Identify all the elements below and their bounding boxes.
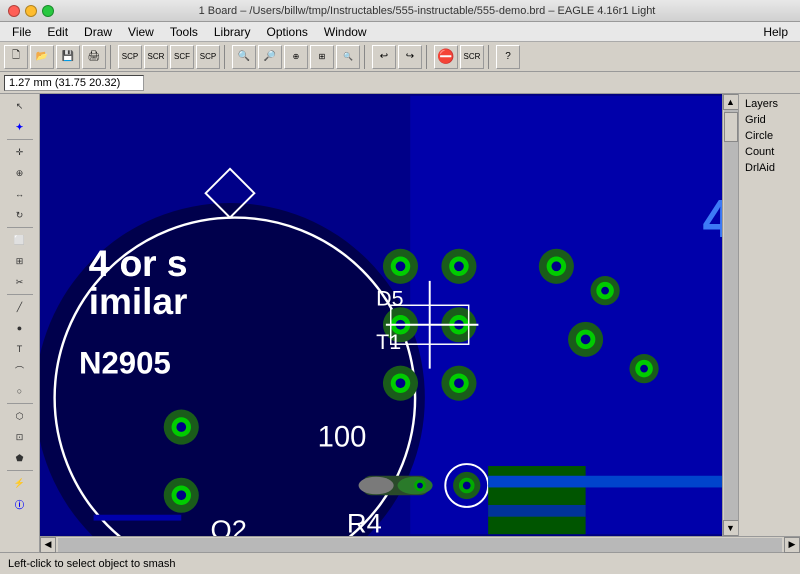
pcb-svg: 4 or s 4 or s imilar Q2 N2905 bbox=[40, 94, 722, 536]
layer-item-grid[interactable]: Grid bbox=[741, 112, 798, 128]
tb-paste[interactable]: SCF bbox=[170, 45, 194, 69]
lt-sep1 bbox=[7, 139, 33, 140]
left-toolbar: ↖ ✦ ✛ ⊕ ↔ ↻ ⬜ ⊞ ✂ ╱ ● T ⌒ ○ ⬡ ⊡ ⬟ ⚡ ⓘ bbox=[0, 94, 40, 552]
tb-zoomsel[interactable]: ⊞ bbox=[310, 45, 334, 69]
lt-group[interactable]: ⬜ bbox=[6, 230, 34, 250]
lt-polygon[interactable]: ⬟ bbox=[6, 448, 34, 468]
tb-help[interactable]: ? bbox=[496, 45, 520, 69]
svg-text:D5: D5 bbox=[376, 286, 403, 310]
svg-text:100: 100 bbox=[318, 422, 367, 454]
coordinate-display[interactable]: 1.27 mm (31.75 20.32) bbox=[4, 75, 144, 91]
lt-sep3 bbox=[7, 294, 33, 295]
right-scrollbar: ▲ ▼ bbox=[722, 94, 738, 536]
tb-open[interactable]: 📂 bbox=[30, 45, 54, 69]
scroll-down-button[interactable]: ▼ bbox=[723, 520, 739, 536]
lt-text[interactable]: T bbox=[6, 339, 34, 359]
scroll-left-button[interactable]: ◀ bbox=[40, 537, 56, 553]
layer-item-drlaid[interactable]: DrlAid bbox=[741, 160, 798, 176]
menu-options[interactable]: Options bbox=[259, 22, 316, 41]
lt-move[interactable]: ✛ bbox=[6, 142, 34, 162]
tb-sep4 bbox=[426, 45, 430, 69]
tb-sep5 bbox=[488, 45, 492, 69]
menu-window[interactable]: Window bbox=[316, 22, 375, 41]
lt-rotate[interactable]: ↻ bbox=[6, 205, 34, 225]
menu-tools[interactable]: Tools bbox=[162, 22, 206, 41]
menu-draw[interactable]: Draw bbox=[76, 22, 120, 41]
main-area: ↖ ✦ ✛ ⊕ ↔ ↻ ⬜ ⊞ ✂ ╱ ● T ⌒ ○ ⬡ ⊡ ⬟ ⚡ ⓘ bbox=[0, 94, 800, 552]
scroll-track-horizontal[interactable] bbox=[58, 538, 782, 552]
close-button[interactable] bbox=[8, 5, 20, 17]
tb-zoom2[interactable]: 🔍 bbox=[336, 45, 360, 69]
lt-smash[interactable]: ✦ bbox=[6, 117, 34, 137]
minimize-button[interactable] bbox=[25, 5, 37, 17]
tb-sep3 bbox=[364, 45, 368, 69]
menu-file[interactable]: File bbox=[4, 22, 39, 41]
lt-arc[interactable]: ⌒ bbox=[6, 360, 34, 380]
scroll-up-button[interactable]: ▲ bbox=[723, 94, 739, 110]
menu-edit[interactable]: Edit bbox=[39, 22, 76, 41]
lt-via[interactable]: ⬡ bbox=[6, 406, 34, 426]
lt-mirror[interactable]: ↔ bbox=[6, 184, 34, 204]
tb-copy[interactable]: SCR bbox=[144, 45, 168, 69]
lt-sep4 bbox=[7, 403, 33, 404]
title-bar: 1 Board – /Users/billw/tmp/Instructables… bbox=[0, 0, 800, 22]
tb-stop[interactable]: ⛔ bbox=[434, 45, 458, 69]
lt-select[interactable]: ↖ bbox=[6, 96, 34, 116]
lt-split[interactable]: ✂ bbox=[6, 272, 34, 292]
window-controls bbox=[8, 5, 54, 17]
lt-wire[interactable]: ╱ bbox=[6, 297, 34, 317]
toolbar: 🗋 📂 💾 🖨 SCP SCR SCF SCP 🔍 🔎 ⊕ ⊞ 🔍 ↩ ↪ ⛔ … bbox=[0, 42, 800, 72]
scroll-track-vertical[interactable] bbox=[724, 110, 738, 520]
pcb-canvas[interactable]: 4 or s 4 or s imilar Q2 N2905 bbox=[40, 94, 722, 536]
lt-pad[interactable]: ⊡ bbox=[6, 427, 34, 447]
tb-sep2 bbox=[224, 45, 228, 69]
maximize-button[interactable] bbox=[42, 5, 54, 17]
menu-view[interactable]: View bbox=[120, 22, 162, 41]
canvas-row: 4 or s 4 or s imilar Q2 N2905 bbox=[40, 94, 800, 536]
lt-info[interactable]: ⓘ bbox=[6, 494, 34, 514]
tb-zoomfit[interactable]: ⊕ bbox=[284, 45, 308, 69]
tb-zoomout[interactable]: 🔎 bbox=[258, 45, 282, 69]
svg-text:imilar: imilar bbox=[89, 280, 188, 322]
status-text: Left-click to select object to smash bbox=[8, 558, 176, 570]
lt-junction[interactable]: ● bbox=[6, 318, 34, 338]
coord-bar: 1.27 mm (31.75 20.32) bbox=[0, 72, 800, 94]
lt-sep2 bbox=[7, 227, 33, 228]
svg-text:R4: R4 bbox=[347, 507, 382, 536]
canvas-container: 4 or s 4 or s imilar Q2 N2905 bbox=[40, 94, 800, 552]
svg-text:Q2: Q2 bbox=[211, 514, 247, 536]
layer-item-circle[interactable]: Circle bbox=[741, 128, 798, 144]
status-bar: Left-click to select object to smash bbox=[0, 552, 800, 574]
lt-ungroup[interactable]: ⊞ bbox=[6, 251, 34, 271]
window-title: 1 Board – /Users/billw/tmp/Instructables… bbox=[62, 5, 792, 17]
scroll-right-button[interactable]: ▶ bbox=[784, 537, 800, 553]
tb-script[interactable]: SCR bbox=[460, 45, 484, 69]
lt-circle[interactable]: ○ bbox=[6, 381, 34, 401]
scroll-thumb-vertical[interactable] bbox=[724, 112, 738, 142]
menu-bar: File Edit Draw View Tools Library Option… bbox=[0, 22, 800, 42]
layer-item-layers[interactable]: Layers bbox=[741, 96, 798, 112]
lt-copy[interactable]: ⊕ bbox=[6, 163, 34, 183]
menu-help[interactable]: Help bbox=[755, 22, 796, 41]
tb-sep1 bbox=[110, 45, 114, 69]
svg-text:4: 4 bbox=[703, 189, 722, 249]
lt-drc[interactable]: ⚡ bbox=[6, 473, 34, 493]
menu-library[interactable]: Library bbox=[206, 22, 259, 41]
right-panel: Layers Grid Circle Count DrlAid bbox=[738, 94, 800, 536]
tb-undo2[interactable]: SCP bbox=[196, 45, 220, 69]
lt-sep5 bbox=[7, 470, 33, 471]
tb-new[interactable]: 🗋 bbox=[4, 45, 28, 69]
svg-text:T1: T1 bbox=[376, 330, 401, 354]
svg-text:N2905: N2905 bbox=[79, 345, 171, 380]
tb-undo[interactable]: ↩ bbox=[372, 45, 396, 69]
svg-text:4 or s: 4 or s bbox=[89, 242, 188, 284]
tb-cut[interactable]: SCP bbox=[118, 45, 142, 69]
tb-zoomin[interactable]: 🔍 bbox=[232, 45, 256, 69]
layer-item-count[interactable]: Count bbox=[741, 144, 798, 160]
tb-redo[interactable]: ↪ bbox=[398, 45, 422, 69]
tb-print[interactable]: 🖨 bbox=[82, 45, 106, 69]
bottom-scrollbar: ◀ ▶ bbox=[40, 536, 800, 552]
tb-save[interactable]: 💾 bbox=[56, 45, 80, 69]
layers-panel: Layers Grid Circle Count DrlAid bbox=[739, 94, 800, 536]
